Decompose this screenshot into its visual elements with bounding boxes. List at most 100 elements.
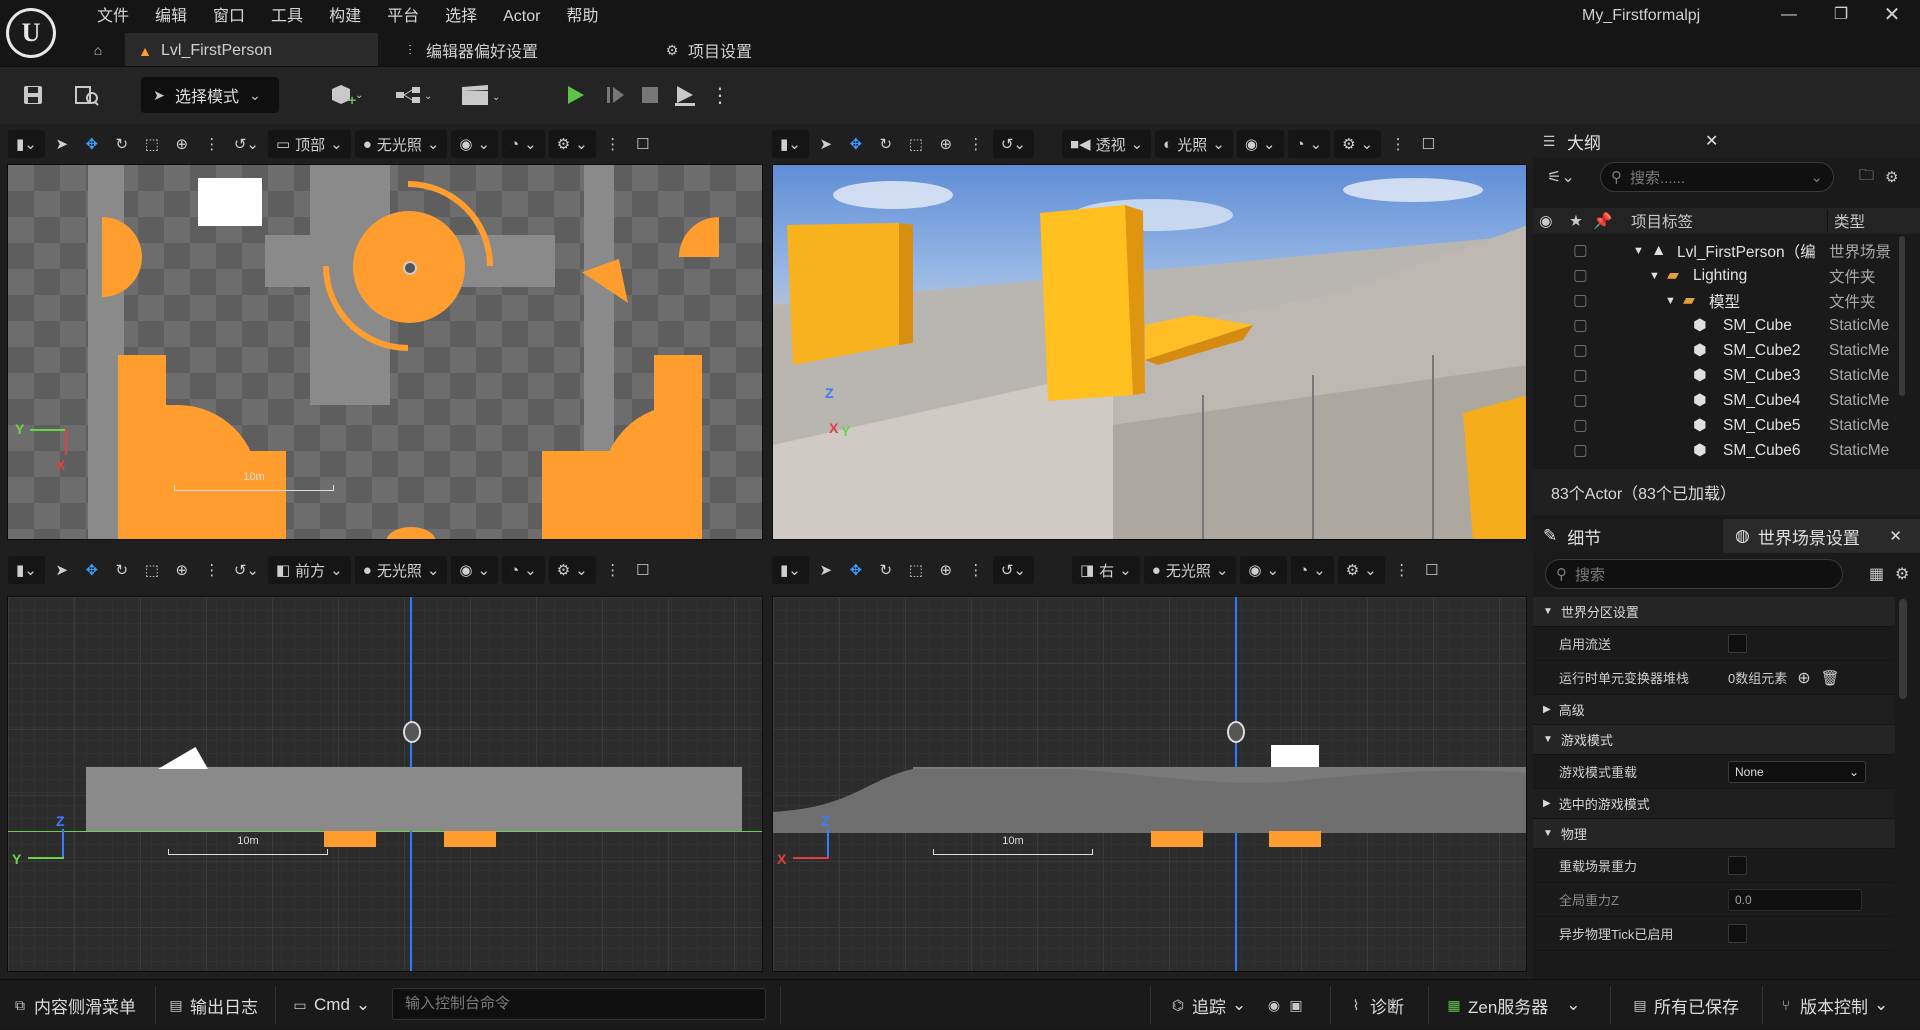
play-button[interactable] — [560, 79, 590, 111]
outliner-row[interactable]: ▢ ▼ ▲ Lvl_FirstPerson（编 世界场景 — [1533, 238, 1920, 263]
more-options-icon[interactable]: ⋮ — [600, 130, 626, 158]
step-button[interactable] — [600, 79, 630, 111]
override-gravity-checkbox[interactable] — [1728, 856, 1747, 875]
more-options-icon[interactable]: ⋮ — [600, 556, 626, 584]
section-selected-game-mode[interactable]: ▶ 选中的游戏模式 — [1533, 789, 1895, 819]
player-start-icon[interactable] — [403, 261, 417, 275]
details-scrollbar[interactable] — [1899, 599, 1907, 699]
section-physics[interactable]: ▼ 物理 — [1533, 819, 1895, 849]
menu-actor[interactable]: Actor — [490, 4, 553, 30]
show-dropdown[interactable]: ◉ ⌄ — [451, 130, 499, 158]
select-tool-icon[interactable]: ➤ — [813, 556, 839, 584]
select-tool-icon[interactable]: ➤ — [49, 556, 75, 584]
settings-dropdown[interactable]: ⚙ ⌄ — [1337, 556, 1385, 584]
move-tool-icon[interactable]: ✥ — [79, 130, 105, 158]
viewport-top[interactable]: ▮⌄ ➤ ✥ ↻ ⬚ ⊕ ⋮ ↺⌄ ▭ 顶部 ⌄ ● 无光照 ⌄ ◉ ⌄ ◔ ⌄ ⚙ ⌄ ⋮ … — [0, 124, 764, 550]
cmd-dropdown[interactable]: ▭ Cmd ⌄ — [292, 980, 370, 1030]
unreal-logo-icon[interactable]: U — [6, 8, 56, 58]
more-options-icon[interactable]: ⋮ — [963, 556, 989, 584]
world-space-icon[interactable]: ⊕ — [169, 130, 195, 158]
menu-select[interactable]: 选择 — [432, 4, 490, 30]
view-mode-dropdown[interactable]: ◨ 右 ⌄ — [1071, 556, 1140, 584]
move-tool-icon[interactable]: ✥ — [843, 130, 869, 158]
tab-level[interactable]: ▲ Lvl_FirstPerson — [125, 33, 378, 66]
source-control-dropdown[interactable]: ⑂ 版本控制 ⌄ — [1778, 980, 1888, 1030]
select-tool-icon[interactable]: ➤ — [813, 130, 839, 158]
blueprint-button[interactable]: ⌄ — [390, 79, 438, 111]
settings-dropdown[interactable]: ⚙ ⌄ — [548, 556, 596, 584]
show-dropdown[interactable]: ◉ ⌄ — [1236, 130, 1284, 158]
add-folder-icon[interactable]: 🗀 — [1859, 165, 1874, 190]
menu-edit[interactable]: 编辑 — [142, 4, 200, 30]
lighting-dropdown[interactable]: ◐ 光照 ⌄ — [1155, 130, 1233, 158]
trash-icon[interactable]: 🗑 — [1821, 669, 1840, 687]
outliner-row[interactable]: ▢ ⬢ SM_Cube5 StaticMe — [1533, 413, 1920, 438]
snap-icon[interactable]: ↺⌄ — [229, 130, 264, 158]
view-mode-dropdown[interactable]: ■◀ 透视 ⌄ — [1061, 130, 1152, 158]
tab-editor-preferences[interactable]: ⫶ 编辑器偏好设置 — [390, 33, 550, 66]
outliner-row[interactable]: ▢ ▼ ▰ 模型 文件夹 — [1533, 288, 1920, 313]
world-space-icon[interactable]: ⊕ — [933, 130, 959, 158]
zen-server-dropdown[interactable]: ▦ Zen服务器 ⌄ — [1446, 980, 1580, 1030]
global-gravity-input[interactable]: 0.0 — [1728, 888, 1862, 911]
snap-icon[interactable]: ↺⌄ — [229, 556, 264, 584]
trace-dropdown[interactable]: ⌬ 追踪 ⌄ — [1170, 980, 1246, 1030]
settings-dropdown[interactable]: ⚙ ⌄ — [1334, 130, 1382, 158]
scale-tool-icon[interactable]: ⬚ — [903, 556, 929, 584]
outliner-row[interactable]: ▢ ⬢ SM_Cube2 StaticMe — [1533, 338, 1920, 363]
tab-world-settings[interactable]: ◍ 世界场景设置 ✕ — [1723, 519, 1920, 553]
pin-icon[interactable]: 📌 — [1593, 212, 1612, 231]
close-tab-icon[interactable]: ✕ — [1889, 527, 1902, 545]
show-dropdown[interactable]: ◉ ⌄ — [451, 556, 499, 584]
lighting-dropdown[interactable]: ● 无光照 ⌄ — [1143, 556, 1237, 584]
outliner-scrollbar[interactable] — [1899, 236, 1905, 396]
viewport-options-button[interactable]: ▮⌄ — [8, 556, 45, 584]
view-mode-dropdown[interactable]: ▭ 顶部 ⌄ — [267, 130, 351, 158]
viewport-right-scene[interactable]: 10m Z X — [772, 596, 1527, 972]
save-icon[interactable] — [18, 79, 48, 111]
menu-build[interactable]: 构建 — [316, 4, 374, 30]
snap-icon[interactable]: ↺⌄ — [992, 130, 1034, 158]
player-start-icon[interactable] — [1227, 721, 1245, 743]
outliner-row[interactable]: ▢ ⬢ SM_Cube6 StaticMe — [1533, 438, 1920, 463]
menu-file[interactable]: 文件 — [84, 4, 142, 30]
add-actor-button[interactable]: + ⌄ — [322, 79, 368, 111]
close-button[interactable]: ✕ — [1877, 2, 1907, 28]
menu-tools[interactable]: 工具 — [258, 4, 316, 30]
world-space-icon[interactable]: ⊕ — [933, 556, 959, 584]
add-element-icon[interactable]: ⊕ — [1797, 668, 1810, 688]
lighting-dropdown[interactable]: ● 无光照 ⌄ — [354, 556, 448, 584]
view-mode-dropdown[interactable]: ◧ 前方 ⌄ — [267, 556, 351, 584]
viewport-right[interactable]: ▮⌄ ➤ ✥ ↻ ⬚ ⊕ ⋮ ↺⌄ ◨ 右 ⌄ ● 无光照 ⌄ ◉ ⌄ ◔ ⌄ ⚙ ⌄ ⋮ ☐… — [764, 550, 1533, 979]
table-view-icon[interactable]: ▦ — [1869, 564, 1884, 584]
viewport-perspective-scene[interactable]: Z X Y — [772, 164, 1527, 540]
performance-dropdown[interactable]: ◔ ⌄ — [1291, 556, 1334, 584]
section-advanced[interactable]: ▶ 高级 — [1533, 695, 1895, 725]
more-options-icon[interactable]: ⋮ — [1389, 556, 1415, 584]
console-input[interactable]: 输入控制台命令 — [392, 988, 766, 1020]
maximize-button[interactable]: ❐ — [1826, 2, 1856, 28]
viewport-options-button[interactable]: ▮⌄ — [772, 556, 809, 584]
select-mode-dropdown[interactable]: ➤ 选择模式 ⌄ — [141, 77, 279, 113]
world-space-icon[interactable]: ⊕ — [169, 556, 195, 584]
viewport-front[interactable]: ▮⌄ ➤ ✥ ↻ ⬚ ⊕ ⋮ ↺⌄ ◧ 前方 ⌄ ● 无光照 ⌄ ◉ ⌄ ◔ ⌄ ⚙ ⌄ ⋮ … — [0, 550, 764, 979]
tab-project-settings[interactable]: ⚙ 项目设置 — [652, 33, 764, 66]
more-options-icon[interactable]: ⋮ — [708, 79, 732, 111]
rotate-tool-icon[interactable]: ↻ — [109, 556, 135, 584]
gear-icon[interactable]: ⚙ — [1885, 168, 1898, 186]
content-drawer-button[interactable]: ⧉ 内容侧滑菜单 — [12, 980, 136, 1030]
eject-launch-button[interactable] — [670, 79, 700, 111]
more-options-icon[interactable]: ⋮ — [199, 130, 225, 158]
cinematics-button[interactable]: ⌄ — [456, 79, 506, 111]
maximize-viewport-icon[interactable]: ☐ — [630, 556, 656, 584]
game-mode-dropdown[interactable]: None ⌄ — [1728, 760, 1866, 783]
viewport-top-scene[interactable]: 10m Y X — [7, 164, 763, 540]
output-log-button[interactable]: ▤ 输出日志 — [168, 980, 258, 1030]
scale-tool-icon[interactable]: ⬚ — [139, 556, 165, 584]
column-label[interactable]: 项目标签 — [1631, 210, 1693, 232]
content-browser-icon[interactable] — [72, 79, 102, 111]
outliner-row[interactable]: ▢ ⬢ SM_Cube StaticMe — [1533, 313, 1920, 338]
performance-dropdown[interactable]: ◔ ⌄ — [1287, 130, 1331, 158]
outliner-row[interactable]: ▢ ▼ ▰ Lighting 文件夹 — [1533, 263, 1920, 288]
home-tab[interactable]: ⌂ — [84, 33, 112, 66]
